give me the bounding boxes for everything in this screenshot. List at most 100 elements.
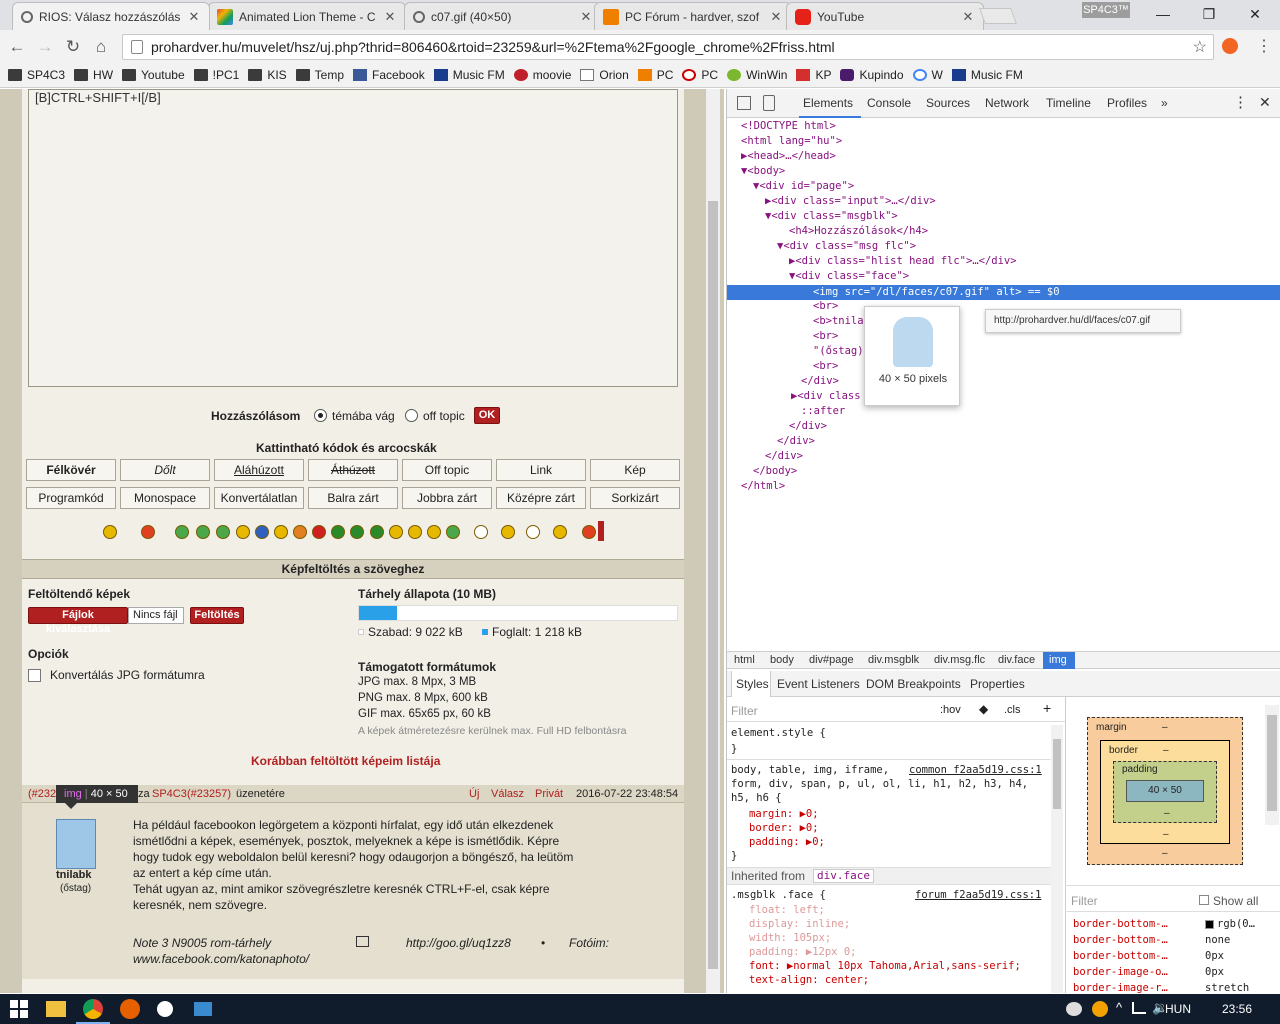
tab-network[interactable]: Network [985, 96, 1029, 110]
smiley-icon[interactable] [196, 525, 210, 539]
home-icon[interactable]: ⌂ [90, 36, 112, 58]
crumb-html[interactable]: html [734, 654, 755, 666]
clock[interactable]: 23:56 [1222, 1002, 1252, 1016]
bookmark-pc-news[interactable]: PC [682, 68, 718, 82]
app-window-icon[interactable] [194, 1002, 212, 1016]
more-tabs-icon[interactable]: » [1161, 96, 1168, 110]
menu-icon[interactable]: ⋮ [1256, 36, 1272, 56]
dom-line[interactable]: ▼<div class="msgblk"> [727, 209, 1280, 224]
smiley-icon[interactable] [582, 525, 596, 539]
dom-line[interactable]: ▼<body> [727, 164, 1280, 179]
smiley-ghost-icon[interactable] [474, 525, 488, 539]
tab-c07-gif[interactable]: c07.gif (40×50) ✕ [404, 2, 602, 30]
bookmark-temp[interactable]: Temp [295, 68, 344, 82]
css-prop-inactive[interactable]: width: 105px; [749, 931, 831, 945]
smiley-icon[interactable] [331, 525, 345, 539]
css-prop-inactive[interactable]: padding: ▶12px 0; [749, 945, 856, 959]
private-link[interactable]: Privát [535, 788, 563, 800]
subtab-dom-breakpoints[interactable]: DOM Breakpoints [866, 677, 961, 691]
dom-line[interactable]: </html> [727, 479, 1280, 494]
tab-profiles[interactable]: Profiles [1107, 96, 1147, 110]
reload-icon[interactable]: ↻ [62, 36, 84, 58]
dom-line[interactable]: </body> [727, 464, 1280, 479]
bookmark-w[interactable]: W [912, 68, 943, 82]
inherited-from-node[interactable]: div.face [813, 869, 874, 883]
dom-line[interactable]: </div> [727, 434, 1280, 449]
smiley-icon[interactable] [175, 525, 189, 539]
dom-line[interactable]: </div> [727, 419, 1280, 434]
css-prop[interactable]: text-align: center; [749, 973, 869, 987]
forward-icon[interactable]: → [34, 36, 56, 58]
smiley-icon[interactable] [389, 525, 403, 539]
smiley-icon[interactable] [370, 525, 384, 539]
css-prop[interactable]: font: ▶normal 10px Tahoma,Arial,sans-ser… [749, 959, 1021, 973]
scrollbar-thumb[interactable] [1267, 715, 1277, 811]
smiley-icon[interactable] [236, 525, 250, 539]
crumb-img[interactable]: img [1049, 654, 1067, 666]
tray-avast-icon[interactable] [1092, 1001, 1108, 1017]
css-prop[interactable]: border: ▶0; [749, 821, 819, 835]
add-rule-icon[interactable]: + [1043, 700, 1051, 716]
align-right-button[interactable]: Jobbra zárt [402, 487, 492, 509]
tab-youtube[interactable]: YouTube ✕ [786, 2, 984, 30]
dom-line[interactable]: <!DOCTYPE html> [727, 119, 1280, 134]
network-icon[interactable] [1132, 1002, 1146, 1014]
subtab-properties[interactable]: Properties [970, 677, 1025, 691]
monospace-button[interactable]: Monospace [120, 487, 210, 509]
smiley-icon[interactable] [427, 525, 441, 539]
bookmark-youtube[interactable]: Youtube [122, 68, 185, 82]
bookmark-pc-ph[interactable]: PC [637, 68, 673, 82]
dom-line[interactable]: </div> [727, 449, 1280, 464]
firefox-icon[interactable] [120, 999, 140, 1019]
rule1-source-link[interactable]: common f2aa5d19.css:1 [909, 763, 1042, 777]
choose-files-button[interactable]: Fájlok kiválasztása [28, 607, 128, 635]
tab-timeline[interactable]: Timeline [1046, 96, 1091, 110]
dom-line[interactable]: ▶<head>…</head> [727, 149, 1280, 164]
reply-link[interactable]: Válasz [491, 788, 524, 800]
steam-icon[interactable] [157, 1001, 173, 1017]
image-button[interactable]: Kép [590, 459, 680, 481]
element-style-rule[interactable]: element.style { [731, 726, 826, 740]
smiley-icon[interactable] [103, 525, 117, 539]
box-model-scrollbar[interactable] [1265, 705, 1279, 825]
scrollbar-thumb[interactable] [708, 201, 718, 969]
smiley-icon[interactable] [446, 525, 460, 539]
color-swatch[interactable] [1205, 920, 1214, 929]
tab-rios[interactable]: RIOS: Válasz hozzászólás ✕ [12, 2, 210, 30]
dom-line[interactable]: ▼<div class="msg flc"> [727, 239, 1280, 254]
file-explorer-icon[interactable] [46, 1001, 66, 1017]
post-ref[interactable]: (#232 [28, 788, 56, 800]
radio-offtopic[interactable] [405, 409, 418, 422]
back-icon[interactable]: ← [6, 36, 28, 58]
smiley-icon[interactable] [216, 525, 230, 539]
inspect-icon[interactable] [737, 96, 751, 110]
smiley-icon[interactable] [408, 525, 422, 539]
crumb-div-msgblk[interactable]: div.msgblk [868, 654, 919, 666]
ok-button[interactable]: OK [474, 407, 500, 424]
devtools-menu-icon[interactable]: ⋮ [1233, 93, 1248, 111]
language-indicator[interactable]: HUN [1165, 1002, 1191, 1016]
crumb-div-page[interactable]: div#page [809, 654, 854, 666]
new-tab-button[interactable] [979, 8, 1017, 24]
devtools-close-icon[interactable]: ✕ [1259, 94, 1271, 111]
dom-line[interactable]: "(őstag) [727, 344, 1280, 359]
tab-lion-theme[interactable]: Animated Lion Theme - C ✕ [208, 2, 406, 30]
computed-prop[interactable]: border-bottom-… [1073, 933, 1168, 947]
subtab-event-listeners[interactable]: Event Listeners [777, 677, 860, 691]
bookmark-kupindo[interactable]: Kupindo [840, 68, 904, 82]
smiley-icon[interactable] [553, 525, 567, 539]
signature-link-facebook[interactable]: www.facebook.com/katonaphoto/ [133, 952, 309, 966]
italic-button[interactable]: Dőlt [120, 459, 210, 481]
tab-sources[interactable]: Sources [926, 96, 970, 110]
dom-line[interactable]: ▶<div class="hlist head flc">…</div> [727, 254, 1280, 269]
link-button[interactable]: Link [496, 459, 586, 481]
smiley-shocked-icon[interactable] [526, 525, 540, 539]
offtopic-button[interactable]: Off topic [402, 459, 492, 481]
smiley-icon[interactable] [255, 525, 269, 539]
strikethrough-button[interactable]: Áthúzott [308, 459, 398, 481]
crumb-body[interactable]: body [770, 654, 794, 666]
start-icon[interactable] [10, 1000, 28, 1018]
dom-line-selected[interactable]: <img src="/dl/faces/c07.gif" alt> == $0 [727, 285, 1280, 300]
scrollbar-thumb[interactable] [1053, 739, 1061, 809]
maximize-button[interactable]: ❐ [1186, 0, 1232, 28]
